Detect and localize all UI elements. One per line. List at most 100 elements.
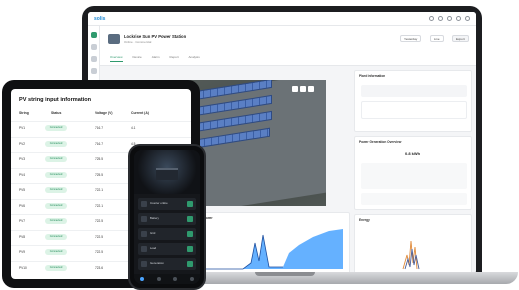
plant-tabs: Overview Device Alarm Report Analysis	[110, 55, 200, 62]
plant-info-panel: Plant Information	[354, 70, 472, 132]
phone-tabbar	[134, 274, 200, 284]
cell-voltage: 723.6	[95, 265, 103, 270]
help-icon[interactable]	[447, 16, 452, 21]
card-label: Inverter online	[150, 201, 168, 205]
phone-card[interactable]: Generation	[138, 258, 196, 270]
col-voltage: Voltage (V)	[95, 111, 113, 115]
card-status-icon	[187, 201, 193, 207]
avatar[interactable]	[465, 16, 470, 21]
plant-info-notes	[361, 101, 467, 119]
cell-voltage: 725.5	[95, 157, 103, 161]
plant-thumbnail	[108, 34, 120, 44]
laptop-notch	[255, 272, 315, 276]
card-icon	[141, 261, 147, 267]
phone-card[interactable]: Grid	[138, 228, 196, 240]
phone-tab-home-icon[interactable]	[140, 277, 145, 281]
cell-string: PV6	[19, 203, 26, 208]
cell-voltage: 722.5	[95, 250, 103, 254]
cell-voltage: 722.1	[95, 188, 103, 192]
cell-voltage: 722.5	[95, 234, 103, 239]
tab-analysis[interactable]: Analysis	[189, 55, 200, 62]
cell-string: PV1	[19, 126, 26, 130]
card-status-icon	[187, 216, 193, 222]
col-current: Current (A)	[131, 111, 149, 115]
energy-bar-chart	[402, 240, 420, 270]
tab-device[interactable]: Device	[133, 55, 142, 62]
map-zoom-out-icon[interactable]	[300, 86, 306, 92]
phone-card[interactable]: Inverter online	[138, 198, 196, 210]
nav-plants-icon[interactable]	[90, 44, 97, 50]
plant-info-kv-block	[361, 85, 467, 97]
cell-voltage: 722.1	[95, 203, 103, 208]
pv-table-header: String Status Voltage (V) Current (A)	[11, 111, 191, 121]
map-zoom-in-icon[interactable]	[292, 86, 298, 92]
phone-card[interactable]: Battery	[138, 213, 196, 225]
power-area-chart	[203, 229, 343, 270]
map-fullscreen-icon[interactable]	[308, 86, 314, 92]
export-button[interactable]: Export	[452, 35, 469, 42]
device-mockup-stage: solis Lockrise Sun PV Power Station Onli…	[0, 0, 519, 290]
tab-alarm[interactable]: Alarm	[152, 55, 160, 62]
status-badge: Connected	[45, 140, 67, 147]
nav-dashboard-icon[interactable]	[90, 32, 97, 38]
status-badge: Connected	[45, 249, 67, 255]
status-badge: Connected	[45, 264, 67, 271]
nav-devices-icon[interactable]	[90, 56, 97, 62]
phone-tab-profile-icon[interactable]	[189, 277, 194, 281]
pv-string-title: PV string input information	[19, 97, 92, 103]
power-summary-footer	[361, 193, 467, 205]
card-label: Grid	[150, 231, 156, 235]
cell-voltage: 716.7	[95, 126, 103, 130]
cell-voltage: 725.5	[95, 172, 103, 177]
table-row[interactable]: PV1 Connected 716.7 4.1	[11, 121, 191, 134]
power-chart-panel: Power	[198, 212, 350, 274]
live-toggle[interactable]: Live	[430, 35, 444, 42]
card-label: Load	[150, 246, 157, 250]
card-label: Battery	[150, 216, 159, 220]
cell-string: PV4	[19, 172, 26, 177]
tab-report[interactable]: Report	[170, 55, 179, 62]
status-badge: Connected	[45, 218, 67, 224]
search-icon[interactable]	[429, 16, 434, 21]
topbar-icons	[429, 16, 470, 21]
cell-string: PV5	[19, 188, 26, 192]
energy-chart-title: Energy	[359, 218, 370, 222]
card-icon	[141, 231, 147, 237]
plant-name: Lockrise Sun PV Power Station	[124, 34, 187, 39]
power-summary-panel: Power Generation Overview 0.8 kWh	[354, 136, 472, 210]
status-badge: Connected	[45, 233, 67, 240]
settings-icon[interactable]	[456, 16, 461, 21]
status-badge: Connected	[45, 171, 67, 178]
cell-string: PV2	[19, 141, 26, 146]
power-summary-grid	[361, 163, 467, 189]
phone-tab-device-icon[interactable]	[156, 277, 161, 281]
nav-alarms-icon[interactable]	[90, 68, 97, 74]
cell-string: PV10	[19, 265, 27, 270]
date-range-select[interactable]: Yesterday	[400, 35, 422, 42]
tab-overview[interactable]: Overview	[110, 55, 123, 62]
col-status: Status	[51, 111, 62, 115]
energy-chart-panel: Energy	[354, 214, 472, 274]
card-icon	[141, 246, 147, 252]
card-icon	[141, 216, 147, 222]
bell-icon[interactable]	[438, 16, 443, 21]
cell-voltage: 716.7	[95, 141, 103, 146]
power-summary-value: 0.8 kWh	[405, 151, 421, 156]
card-label: Generation	[150, 261, 164, 265]
phone-hero	[134, 150, 200, 194]
cell-string: PV8	[19, 234, 26, 239]
status-badge: Connected	[45, 125, 67, 131]
cell-voltage: 722.5	[95, 219, 103, 223]
phone-tab-alarm-icon[interactable]	[173, 277, 178, 281]
brand-logo[interactable]: solis	[94, 16, 105, 22]
phone-card[interactable]: Load	[138, 243, 196, 255]
cell-string: PV7	[19, 219, 26, 223]
cell-current: 4.1	[131, 126, 136, 130]
phone-screen: Inverter online Battery Grid Load Generation	[134, 150, 200, 284]
card-icon	[141, 201, 147, 207]
card-status-icon	[187, 246, 193, 252]
plant-info-title: Plant Information	[359, 74, 386, 78]
card-status-icon	[187, 261, 193, 267]
phone-frame: Inverter online Battery Grid Load Generation	[128, 144, 206, 290]
plant-header: Lockrise Sun PV Power Station Online · C…	[100, 26, 476, 66]
